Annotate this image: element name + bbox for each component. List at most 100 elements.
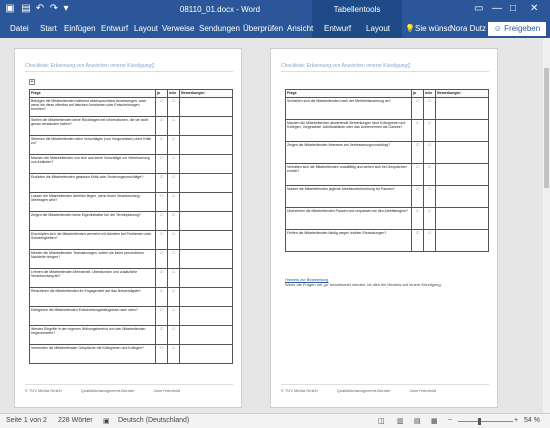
scrollbar-thumb[interactable] <box>544 68 549 188</box>
tab-layout[interactable]: Layout <box>134 24 158 33</box>
ja-checkbox[interactable]: □ <box>154 97 169 117</box>
tab-datei[interactable]: Datei <box>10 24 29 33</box>
remark-cell[interactable] <box>435 163 489 186</box>
remark-cell[interactable] <box>179 325 233 345</box>
nein-checkbox[interactable]: □ <box>167 211 181 231</box>
ja-checkbox[interactable]: □ <box>410 119 425 142</box>
nein-checkbox[interactable]: □ <box>423 163 437 186</box>
ja-checkbox[interactable]: □ <box>154 344 169 364</box>
table-row[interactable]: Fehlen die Mitarbeitenden häufig wegen l… <box>285 229 489 252</box>
question-cell[interactable]: Zeigen die Mitarbeitenden keine Eigenini… <box>29 211 156 231</box>
table-row[interactable]: Machen die Mitarbeitenden abwertende Bem… <box>285 119 489 142</box>
table-row[interactable]: Machen die Mitarbeitenden von sich aus k… <box>29 154 233 174</box>
zoom-level[interactable]: 54 % <box>524 417 540 424</box>
remark-cell[interactable] <box>179 344 233 364</box>
question-cell[interactable]: Schließen sich die Mitarbeitenden nach d… <box>285 97 412 120</box>
ja-checkbox[interactable]: □ <box>154 116 169 136</box>
ja-checkbox[interactable]: □ <box>410 229 425 252</box>
table-row[interactable]: Vermeiden die Mitarbeitenden Gespräche m… <box>29 344 233 364</box>
remark-cell[interactable] <box>179 97 233 117</box>
remark-cell[interactable] <box>179 154 233 174</box>
question-cell[interactable]: Reduzieren die Mitarbeitenden ihr Engage… <box>29 287 156 307</box>
ja-checkbox[interactable]: □ <box>154 173 169 193</box>
table-row[interactable]: Befolgen die Mitarbeitenden während wide… <box>29 97 233 117</box>
remark-cell[interactable] <box>435 207 489 230</box>
language[interactable]: Deutsch (Deutschland) <box>118 417 189 424</box>
tab-table-entwurf[interactable]: Entwurf <box>324 24 351 33</box>
question-cell[interactable]: Stellen die Mitarbeitenden keine Rückfra… <box>29 116 156 136</box>
remark-cell[interactable] <box>179 173 233 193</box>
tab-ueberpruefen[interactable]: Überprüfen <box>243 24 283 33</box>
nein-checkbox[interactable]: □ <box>423 141 437 164</box>
question-cell[interactable]: Befolgen die Mitarbeitenden während wide… <box>29 97 156 117</box>
tab-verweise[interactable]: Verweise <box>162 24 194 33</box>
nein-checkbox[interactable]: □ <box>167 116 181 136</box>
tab-start[interactable]: Start <box>40 24 57 33</box>
remark-cell[interactable] <box>179 211 233 231</box>
table-row[interactable]: Erschöpfen sich die Mitarbeitenden verme… <box>29 230 233 250</box>
table-row[interactable]: Stimmen die Mitarbeitenden allen Vorschl… <box>29 135 233 155</box>
table-row[interactable]: Nutzen die Mitarbeitenden jegliche Arbei… <box>285 185 489 208</box>
ja-checkbox[interactable]: □ <box>410 185 425 208</box>
ja-checkbox[interactable]: □ <box>154 306 169 326</box>
checklist-table[interactable]: Frage ja nein Bemerkungen Befolgen die M… <box>29 89 233 364</box>
remark-cell[interactable] <box>179 287 233 307</box>
remark-cell[interactable] <box>435 185 489 208</box>
ja-checkbox[interactable]: □ <box>154 230 169 250</box>
question-cell[interactable]: Vermeiden die Mitarbeitenden Gespräche m… <box>29 344 156 364</box>
ribbon-display-icon[interactable]: ▭ <box>474 3 483 14</box>
nein-checkbox[interactable]: □ <box>167 173 181 193</box>
ja-checkbox[interactable]: □ <box>154 268 169 288</box>
nein-checkbox[interactable]: □ <box>423 229 437 252</box>
question-cell[interactable]: Zeigen die Mitarbeitenden Interesse am V… <box>285 141 412 164</box>
question-cell[interactable]: Nutzen die Mitarbeitenden jegliche Arbei… <box>285 185 412 208</box>
nein-checkbox[interactable]: □ <box>167 325 181 345</box>
ja-checkbox[interactable]: □ <box>154 192 169 212</box>
nein-checkbox[interactable]: □ <box>167 287 181 307</box>
ja-checkbox[interactable]: □ <box>154 211 169 231</box>
read-mode-icon[interactable]: ▥ <box>397 417 404 425</box>
redo-icon[interactable]: ↷ <box>48 3 60 15</box>
table-row[interactable]: Schließen sich die Mitarbeitenden nach d… <box>285 97 489 120</box>
ja-checkbox[interactable]: □ <box>154 287 169 307</box>
table-row[interactable]: Delegieren die Mitarbeitenden Entscheidu… <box>29 306 233 326</box>
undo-icon[interactable]: ↶ <box>34 3 46 15</box>
vertical-scrollbar[interactable] <box>543 38 550 413</box>
table-row[interactable]: Verhalten sich die Mitarbeitenden unauff… <box>285 163 489 186</box>
remark-cell[interactable] <box>179 230 233 250</box>
zoom-in-icon[interactable]: + <box>514 417 518 424</box>
tab-einfuegen[interactable]: Einfügen <box>64 24 96 33</box>
remark-cell[interactable] <box>179 306 233 326</box>
remark-cell[interactable] <box>179 268 233 288</box>
nein-checkbox[interactable]: □ <box>167 230 181 250</box>
tab-entwurf[interactable]: Entwurf <box>101 24 128 33</box>
tell-me-input[interactable]: Sie wünsc <box>415 24 451 33</box>
table-row[interactable]: Reduzieren die Mitarbeitenden ihr Engage… <box>29 287 233 307</box>
question-cell[interactable]: Lehnen die Mitarbeitenden Mehrarbeit, Üb… <box>29 268 156 288</box>
checklist-table[interactable]: Frage ja nein Bemerkungen Schließen sich… <box>285 89 489 252</box>
remark-cell[interactable] <box>435 229 489 252</box>
maximize-icon[interactable]: □ <box>510 3 516 14</box>
user-name[interactable]: Nora Dutz <box>450 24 486 33</box>
table-row[interactable]: Überziehen die Mitarbeitenden Pausen und… <box>285 207 489 230</box>
ja-checkbox[interactable]: □ <box>410 97 425 120</box>
page-count[interactable]: Seite 1 von 2 <box>6 417 47 424</box>
table-row[interactable]: Meiden die Mitarbeitenden Teamsitzungen,… <box>29 249 233 269</box>
table-row[interactable]: Lehnen die Mitarbeitenden Mehrarbeit, Üb… <box>29 268 233 288</box>
tab-sendungen[interactable]: Sendungen <box>199 24 240 33</box>
nein-checkbox[interactable]: □ <box>167 344 181 364</box>
nein-checkbox[interactable]: □ <box>423 207 437 230</box>
zoom-slider-thumb[interactable] <box>478 418 481 425</box>
remark-cell[interactable] <box>179 135 233 155</box>
question-cell[interactable]: Lassen die Mitarbeitenden Arbeiten liege… <box>29 192 156 212</box>
tab-ansicht[interactable]: Ansicht <box>287 24 313 33</box>
table-row[interactable]: Zeigen die Mitarbeitenden keine Eigenini… <box>29 211 233 231</box>
table-row[interactable]: Erdulden die Mitarbeitenden gelassen Kri… <box>29 173 233 193</box>
remark-cell[interactable] <box>435 141 489 164</box>
remark-cell[interactable] <box>435 97 489 120</box>
proofing-icon[interactable]: ▣ <box>103 417 110 425</box>
remark-cell[interactable] <box>179 192 233 212</box>
nein-checkbox[interactable]: □ <box>167 97 181 117</box>
nein-checkbox[interactable]: □ <box>423 119 437 142</box>
ja-checkbox[interactable]: □ <box>154 154 169 174</box>
